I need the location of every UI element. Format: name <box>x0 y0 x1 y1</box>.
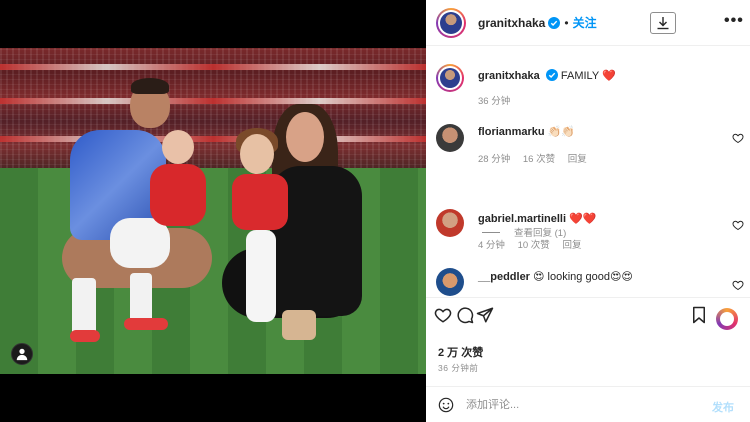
reply-button[interactable]: 回复 <box>568 154 587 165</box>
stadium-crowd <box>0 48 426 170</box>
comment-text-line: __peddler 😍 looking good😍😍 <box>478 270 708 284</box>
comment-text: 👏🏻👏🏻 <box>547 126 576 138</box>
baby-head <box>162 130 194 164</box>
emoji-icon[interactable] <box>438 397 454 413</box>
advertising-board <box>0 64 426 70</box>
advertising-board <box>0 136 426 142</box>
post-media <box>0 0 426 422</box>
follow-button[interactable]: 关注 <box>573 14 597 31</box>
comment-username[interactable]: florianmarku <box>478 126 545 138</box>
man-hair <box>131 78 169 94</box>
comment-text: ❤️❤️ <box>569 213 597 225</box>
caption-text-line: granitxhaka FAMILY ❤️ <box>478 69 708 83</box>
girl-legs <box>246 230 276 322</box>
like-count[interactable]: 2 万 次赞 <box>438 344 483 360</box>
girl-head <box>240 134 274 174</box>
man-sock <box>72 278 96 338</box>
like-heart-icon[interactable] <box>434 306 452 324</box>
post-actions: 2 万 次赞 36 分钟前 发布 <box>426 297 750 422</box>
like-comment-heart-icon[interactable] <box>732 279 744 291</box>
author-username[interactable]: granitxhaka <box>478 16 545 30</box>
woman-head <box>286 112 324 162</box>
comment-username[interactable]: __peddler <box>478 271 530 283</box>
comment-meta: 28 分钟 16 次赞 回复 <box>478 151 597 165</box>
post-photo <box>0 48 426 374</box>
comment-username[interactable]: gabriel.martinelli <box>478 213 566 225</box>
author-avatar[interactable] <box>436 7 466 38</box>
view-replies-line <box>482 231 500 233</box>
pitch-grass <box>0 168 426 374</box>
add-comment-input[interactable] <box>466 396 686 414</box>
comment-likes[interactable]: 10 次赞 <box>518 240 550 251</box>
comment-time: 4 分钟 <box>478 240 505 251</box>
save-bookmark-icon[interactable] <box>690 306 708 324</box>
comment-text-line: florianmarku 👏🏻👏🏻 <box>478 125 708 139</box>
share-paper-plane-icon[interactable] <box>476 306 494 324</box>
user-icon <box>16 348 28 361</box>
post-side-panel: granitxhaka • 关注 ••• granitxhaka FAMILY … <box>426 0 750 422</box>
caption-avatar[interactable] <box>436 64 464 92</box>
caption-time: 36 分钟 <box>478 96 511 107</box>
like-comment-heart-icon[interactable] <box>732 219 744 231</box>
comments-list: granitxhaka FAMILY ❤️ 36 分钟 florianmarku… <box>426 47 750 297</box>
comment-likes[interactable]: 16 次赞 <box>523 154 555 165</box>
comment-time: 28 分钟 <box>478 154 511 165</box>
caption-text: FAMILY ❤️ <box>560 70 616 82</box>
post-header: granitxhaka • 关注 ••• <box>426 0 750 46</box>
comment-avatar[interactable] <box>436 209 464 237</box>
woman-shoe <box>282 310 316 340</box>
verified-badge-icon <box>545 69 558 81</box>
comment-meta: 4 分钟 10 次赞 回复 <box>478 237 591 251</box>
sticker-icon[interactable] <box>716 308 738 330</box>
caption-username[interactable]: granitxhaka <box>478 70 540 82</box>
comment-avatar[interactable] <box>436 124 464 152</box>
reply-button[interactable]: 回复 <box>562 240 581 251</box>
baby-kit <box>150 164 206 226</box>
comment-text: 😍 looking good😍😍 <box>533 271 633 283</box>
comment-text-line: gabriel.martinelli ❤️❤️ <box>478 212 708 226</box>
comment-bubble-icon[interactable] <box>456 306 474 324</box>
download-button[interactable] <box>650 12 676 34</box>
add-comment-bar: 发布 <box>426 386 750 422</box>
caption-meta: 36 分钟 <box>478 93 520 107</box>
man-shoe <box>124 318 168 330</box>
advertising-board <box>0 98 426 104</box>
man-shoe <box>70 330 100 342</box>
tagged-users-button[interactable] <box>11 343 33 365</box>
download-icon <box>657 17 669 30</box>
girl-kit <box>232 174 288 230</box>
comment-avatar[interactable] <box>436 268 464 296</box>
verified-badge-icon <box>548 16 561 29</box>
more-options-icon[interactable]: ••• <box>724 12 744 30</box>
baby-legs <box>110 218 170 268</box>
like-comment-heart-icon[interactable] <box>732 132 744 144</box>
post-comment-button[interactable]: 发布 <box>712 399 734 415</box>
separator-dot: • <box>564 15 569 30</box>
post-time: 36 分钟前 <box>438 363 479 373</box>
